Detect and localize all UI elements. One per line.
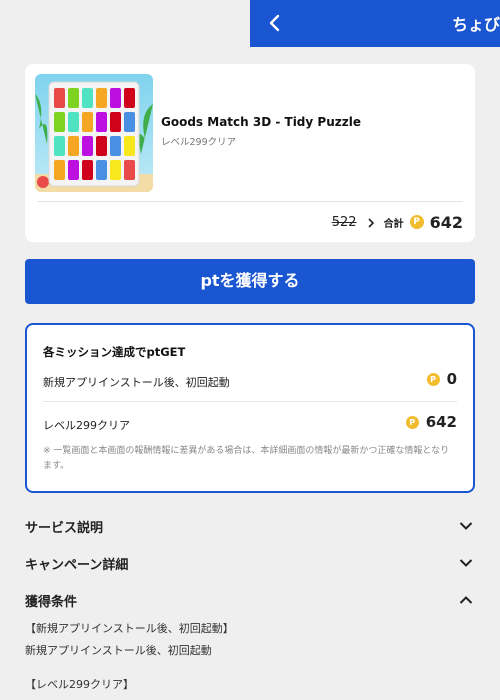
mission-label: 新規アプリインストール後、初回起動 [43, 376, 230, 389]
offer-card: Goods Match 3D - Tidy Puzzle レベル299クリア 5… [25, 64, 475, 242]
mission-reward: P 642 [405, 413, 457, 431]
condition-text: 新規アプリインストール後、初回起動 [25, 644, 212, 657]
back-arrow-icon[interactable] [264, 12, 286, 34]
point-coin-icon: P [426, 372, 440, 386]
accordion-label: サービス説明 [25, 521, 104, 536]
accordion-acquisition-conditions[interactable]: 獲得条件 [25, 589, 475, 613]
chevron-down-icon [459, 522, 473, 530]
price-row: 522 合計 P 642 [332, 212, 463, 232]
mission-reward-value: 642 [425, 413, 457, 431]
mission-row: 新規アプリインストール後、初回起動 P 0 [43, 370, 457, 394]
point-coin-icon: P [409, 215, 424, 229]
chevron-up-icon [459, 596, 473, 604]
total-price: 642 [429, 212, 463, 232]
chevron-right-icon [368, 218, 374, 228]
get-points-button[interactable]: ptを獲得する [25, 259, 475, 304]
condition-heading: 【新規アプリインストール後、初回起動】 [25, 622, 234, 635]
mission-reward: P 0 [426, 370, 457, 388]
mission-title: 各ミッション達成でptGET [43, 345, 186, 359]
header-title: ちょびリッチ [452, 15, 500, 34]
mission-reward-value: 0 [446, 370, 457, 388]
app-header: ちょびリッチ [250, 0, 500, 47]
app-subtitle: レベル299クリア [161, 137, 237, 148]
accordion-campaign-details[interactable]: キャンペーン詳細 [25, 552, 475, 576]
accordion-service-description[interactable]: サービス説明 [25, 515, 475, 539]
accordion-label: 獲得条件 [25, 595, 78, 610]
app-icon-artwork [35, 74, 153, 192]
mission-box: 各ミッション達成でptGET 新規アプリインストール後、初回起動 P 0 レベル… [25, 323, 475, 493]
accordion-label: キャンペーン詳細 [25, 558, 129, 573]
original-price: 522 [331, 214, 357, 230]
app-icon[interactable] [35, 74, 153, 192]
point-coin-icon: P [405, 415, 419, 429]
mission-label: レベル299クリア [43, 419, 130, 432]
chevron-down-icon [459, 559, 473, 567]
total-label: 合計 [383, 218, 404, 230]
card-divider [37, 201, 463, 202]
mission-divider [43, 401, 457, 402]
condition-heading: 【レベル299クリア】 [25, 678, 134, 691]
app-name: Goods Match 3D - Tidy Puzzle [161, 115, 361, 129]
mission-note: ※ 一覧画面と本画面の報酬情報に差異がある場合は、本詳細画面の情報が最新かつ正確… [43, 446, 450, 471]
mission-row: レベル299クリア P 642 [43, 413, 457, 437]
